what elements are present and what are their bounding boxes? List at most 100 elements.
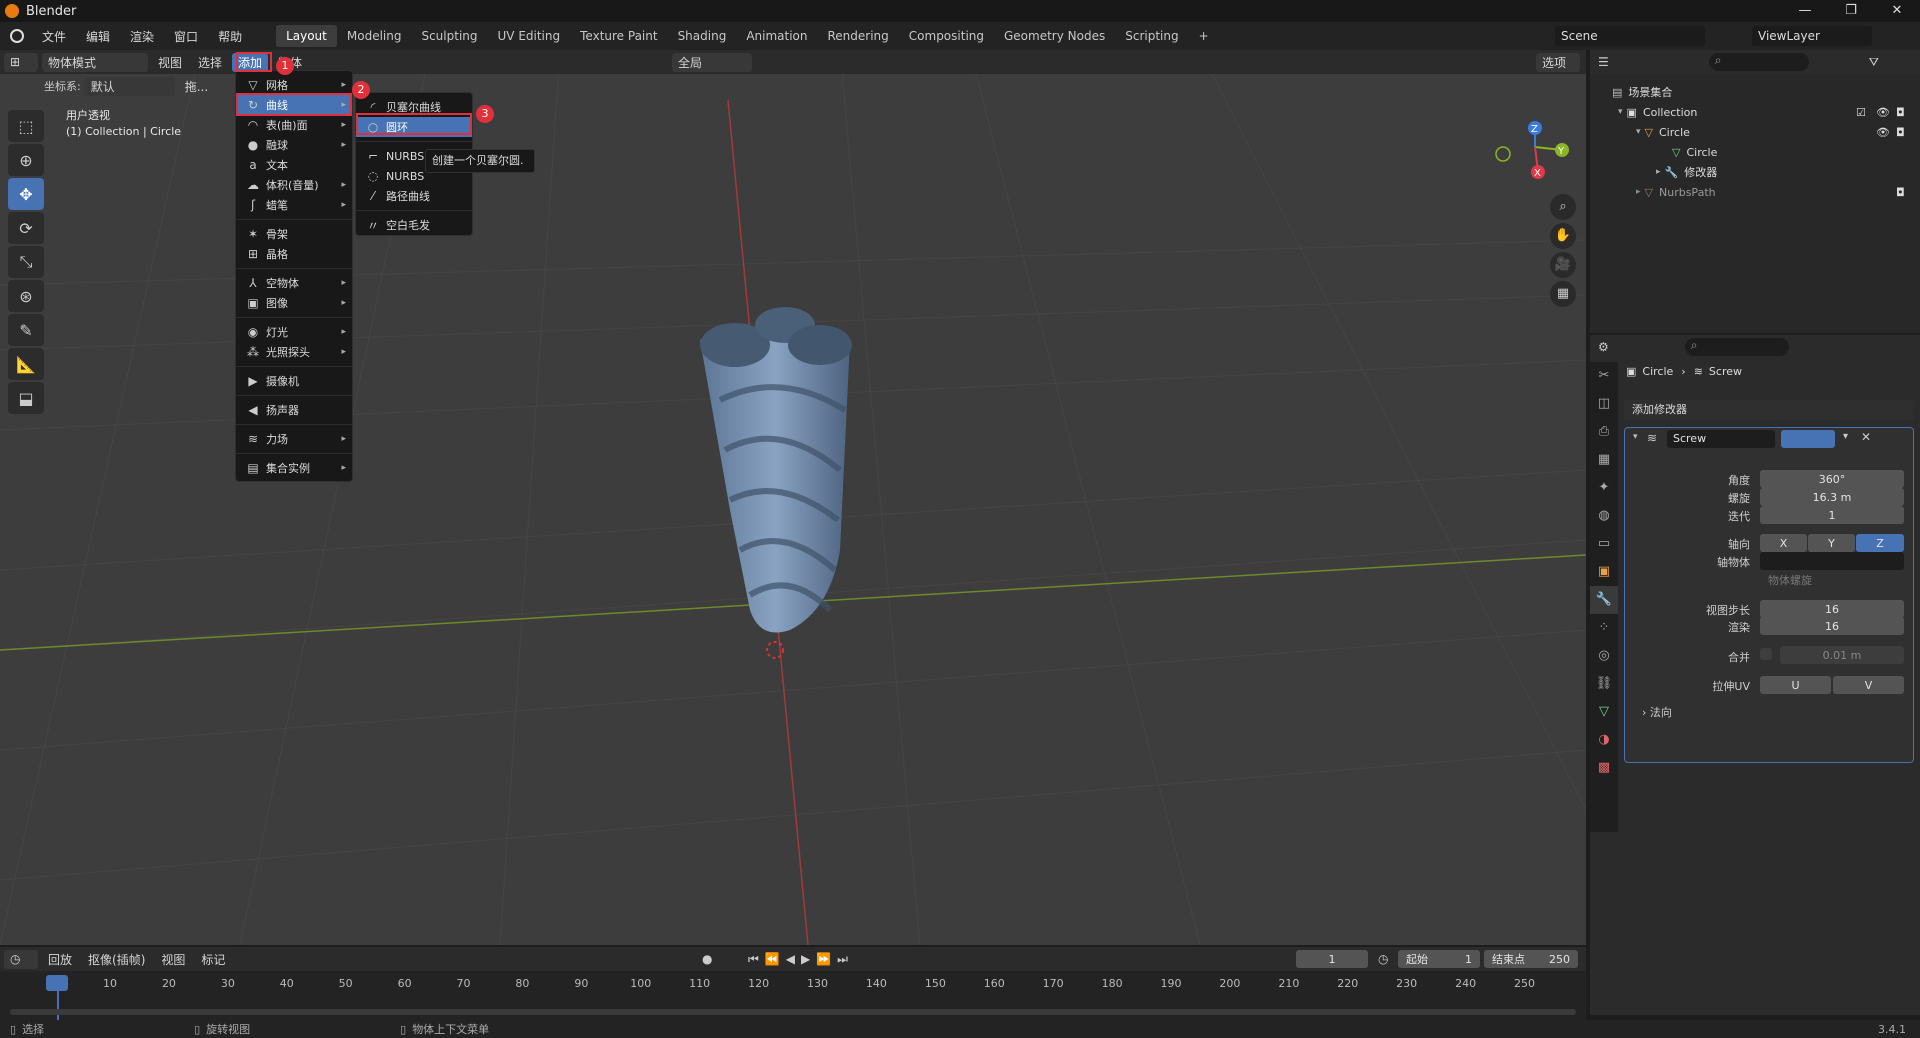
tab-modeling[interactable]: Modeling bbox=[337, 25, 412, 47]
timeline-editor-icon[interactable]: ◷ bbox=[4, 949, 38, 969]
axis-y-button[interactable]: Y bbox=[1808, 534, 1855, 552]
particles-tab-icon[interactable]: ⁘ bbox=[1590, 614, 1618, 642]
add-menu-armature[interactable]: ✶ 骨架 bbox=[236, 224, 352, 244]
cursor-tool-icon[interactable]: ⊕ bbox=[8, 144, 44, 176]
add-menu-light-probe[interactable]: ⁂ 光照探头 ▸ bbox=[236, 342, 352, 362]
axis-object-field[interactable] bbox=[1760, 552, 1904, 570]
render-tab-icon[interactable]: ◫ bbox=[1590, 390, 1618, 418]
stretch-v-button[interactable]: V bbox=[1833, 676, 1904, 694]
tab-rendering[interactable]: Rendering bbox=[818, 25, 899, 47]
camera-view-icon[interactable]: 🎥 bbox=[1550, 252, 1576, 278]
stretch-u-button[interactable]: U bbox=[1760, 676, 1831, 694]
camera-render-icon[interactable]: ◘ bbox=[1896, 106, 1905, 119]
outliner-modifiers[interactable]: ▸ 🔧 修改器 bbox=[1590, 162, 1920, 182]
outliner-circle-data[interactable]: ▽ Circle bbox=[1590, 142, 1920, 162]
physics-tab-icon[interactable]: ◎ bbox=[1590, 642, 1618, 670]
timeline-menu-marker[interactable]: 标记 bbox=[195, 950, 231, 969]
add-menu-force-field[interactable]: ≋ 力场 ▸ bbox=[236, 429, 352, 449]
add-workspace-button[interactable]: + bbox=[1189, 25, 1219, 47]
collection-tab-icon[interactable]: ▭ bbox=[1590, 530, 1618, 558]
add-menu-collection-instance[interactable]: ▤ 集合实例 ▸ bbox=[236, 458, 352, 478]
tab-sculpting[interactable]: Sculpting bbox=[411, 25, 487, 47]
eye-icon[interactable]: 👁 bbox=[1876, 106, 1890, 119]
modifier-visibility-toggles[interactable] bbox=[1781, 430, 1835, 448]
render-steps-field[interactable]: 16 bbox=[1760, 617, 1904, 635]
tab-layout[interactable]: Layout bbox=[276, 25, 337, 47]
outliner-scene-collection[interactable]: ▤ 场景集合 bbox=[1590, 82, 1920, 102]
playback-controls[interactable]: ⏮⏪◀▶⏩⏭ bbox=[748, 952, 854, 967]
tab-geometry-nodes[interactable]: Geometry Nodes bbox=[994, 25, 1115, 47]
add-menu-grease-pencil[interactable]: ʃ 蜡笔 ▸ bbox=[236, 195, 352, 215]
collapse-arrow-icon[interactable]: ▾ bbox=[1633, 432, 1638, 442]
add-menu-mesh[interactable]: ▽ 网格 ▸ bbox=[236, 75, 352, 95]
constraints-tab-icon[interactable]: ⛓ bbox=[1590, 670, 1618, 698]
axis-z-button[interactable]: Z bbox=[1856, 534, 1904, 552]
normals-subpanel[interactable]: › 法向 bbox=[1642, 704, 1702, 720]
add-menu-metaball[interactable]: ● 融球 ▸ bbox=[236, 135, 352, 155]
current-frame-field[interactable]: 1 bbox=[1296, 950, 1368, 968]
transform-orientation[interactable]: 全局 bbox=[672, 52, 752, 72]
texture-tab-icon[interactable]: ▩ bbox=[1590, 754, 1618, 782]
menu-file[interactable]: 文件 bbox=[32, 28, 76, 45]
pan-hand-icon[interactable]: ✋ bbox=[1550, 223, 1576, 249]
add-menu-surface[interactable]: ◠ 表(曲)面 ▸ bbox=[236, 115, 352, 135]
start-frame-field[interactable]: 起始 1 bbox=[1398, 950, 1480, 968]
timeline-menu-keying[interactable]: 抠像(插帧) bbox=[82, 950, 151, 969]
close-button[interactable]: ✕ bbox=[1874, 0, 1920, 22]
annotate-tool-icon[interactable]: ✎ bbox=[8, 314, 44, 346]
scale-tool-icon[interactable]: ⤡ bbox=[8, 246, 44, 278]
tab-shading[interactable]: Shading bbox=[668, 25, 737, 47]
material-tab-icon[interactable]: ◑ bbox=[1590, 726, 1618, 754]
properties-editor-icon[interactable]: ⚙ bbox=[1598, 340, 1609, 354]
axis-x-button[interactable]: X bbox=[1760, 534, 1807, 552]
scene-tab-icon[interactable]: ✦ bbox=[1590, 474, 1618, 502]
output-tab-icon[interactable]: ⎙ bbox=[1590, 418, 1618, 446]
end-frame-field[interactable]: 结束点 250 bbox=[1484, 950, 1578, 968]
ortho-grid-icon[interactable]: ▦ bbox=[1550, 281, 1576, 307]
add-menu-camera[interactable]: ▶ 摄像机 bbox=[236, 371, 352, 391]
eye-icon[interactable]: 👁 bbox=[1876, 126, 1890, 139]
tab-animation[interactable]: Animation bbox=[736, 25, 817, 47]
camera-render-icon[interactable]: ◘ bbox=[1896, 126, 1905, 139]
minimize-button[interactable]: — bbox=[1782, 0, 1828, 22]
merge-threshold-field[interactable]: 0.01 m bbox=[1780, 646, 1904, 664]
properties-search-icon[interactable]: ⌕ bbox=[1684, 338, 1789, 356]
outliner-circle-object[interactable]: ▾ ▽ Circle 👁 ◘ bbox=[1590, 122, 1920, 142]
add-menu-empty[interactable]: ⅄ 空物体 ▸ bbox=[236, 273, 352, 293]
iterations-field[interactable]: 1 bbox=[1760, 506, 1904, 524]
menu-view[interactable]: 视图 bbox=[152, 53, 188, 72]
timeline-menu-playback[interactable]: 回放 bbox=[42, 950, 78, 969]
outliner-collection[interactable]: ▾ ▣ Collection ☑ 👁 ◘ bbox=[1590, 102, 1920, 122]
outliner-nurbspath[interactable]: ▸ ▽ NurbsPath ◘ bbox=[1590, 182, 1920, 202]
editor-type-icon[interactable]: ⊞ bbox=[4, 52, 38, 72]
modifier-name-field[interactable]: Screw bbox=[1667, 430, 1775, 448]
playhead[interactable] bbox=[46, 975, 68, 991]
menu-edit[interactable]: 编辑 bbox=[76, 28, 120, 45]
navigation-gizmo[interactable]: Z Y X bbox=[1480, 115, 1570, 195]
add-menu-speaker[interactable]: ◀ 扬声器 bbox=[236, 400, 352, 420]
angle-field[interactable]: 360° bbox=[1760, 470, 1904, 488]
rotate-tool-icon[interactable]: ⟳ bbox=[8, 212, 44, 244]
timeline-scrollbar[interactable] bbox=[10, 1009, 1576, 1015]
tab-scripting[interactable]: Scripting bbox=[1115, 25, 1188, 47]
maximize-button[interactable]: ❐ bbox=[1828, 0, 1874, 22]
add-menu-image[interactable]: ▣ 图像 ▸ bbox=[236, 293, 352, 313]
move-tool-icon[interactable]: ✥ bbox=[8, 178, 44, 210]
add-menu-lattice[interactable]: ⊞ 晶格 bbox=[236, 244, 352, 264]
tab-uv-editing[interactable]: UV Editing bbox=[488, 25, 571, 47]
transform-tool-icon[interactable]: ⊛ bbox=[8, 280, 44, 312]
world-tab-icon[interactable]: ◍ bbox=[1590, 502, 1618, 530]
record-icon[interactable]: ● bbox=[702, 952, 712, 966]
add-cube-tool-icon[interactable]: ⬓ bbox=[8, 382, 44, 414]
measure-tool-icon[interactable]: 📐 bbox=[8, 348, 44, 380]
viewlayer-selector[interactable]: ViewLayer bbox=[1752, 26, 1872, 46]
screw-mesh-object[interactable] bbox=[680, 250, 880, 670]
modifier-menu-icon[interactable]: ▾ bbox=[1843, 431, 1848, 442]
modifier-tab-icon[interactable]: 🔧 bbox=[1590, 586, 1618, 614]
outliner-editor-icon[interactable]: ☰ bbox=[1598, 55, 1609, 69]
data-tab-icon[interactable]: ▽ bbox=[1590, 698, 1618, 726]
object-tab-icon[interactable]: ▣ bbox=[1590, 558, 1618, 586]
zoom-icon[interactable]: ⌕ bbox=[1550, 194, 1576, 220]
add-menu-light[interactable]: ◉ 灯光 ▸ bbox=[236, 322, 352, 342]
tool-tab-icon[interactable]: ✂ bbox=[1590, 362, 1618, 390]
